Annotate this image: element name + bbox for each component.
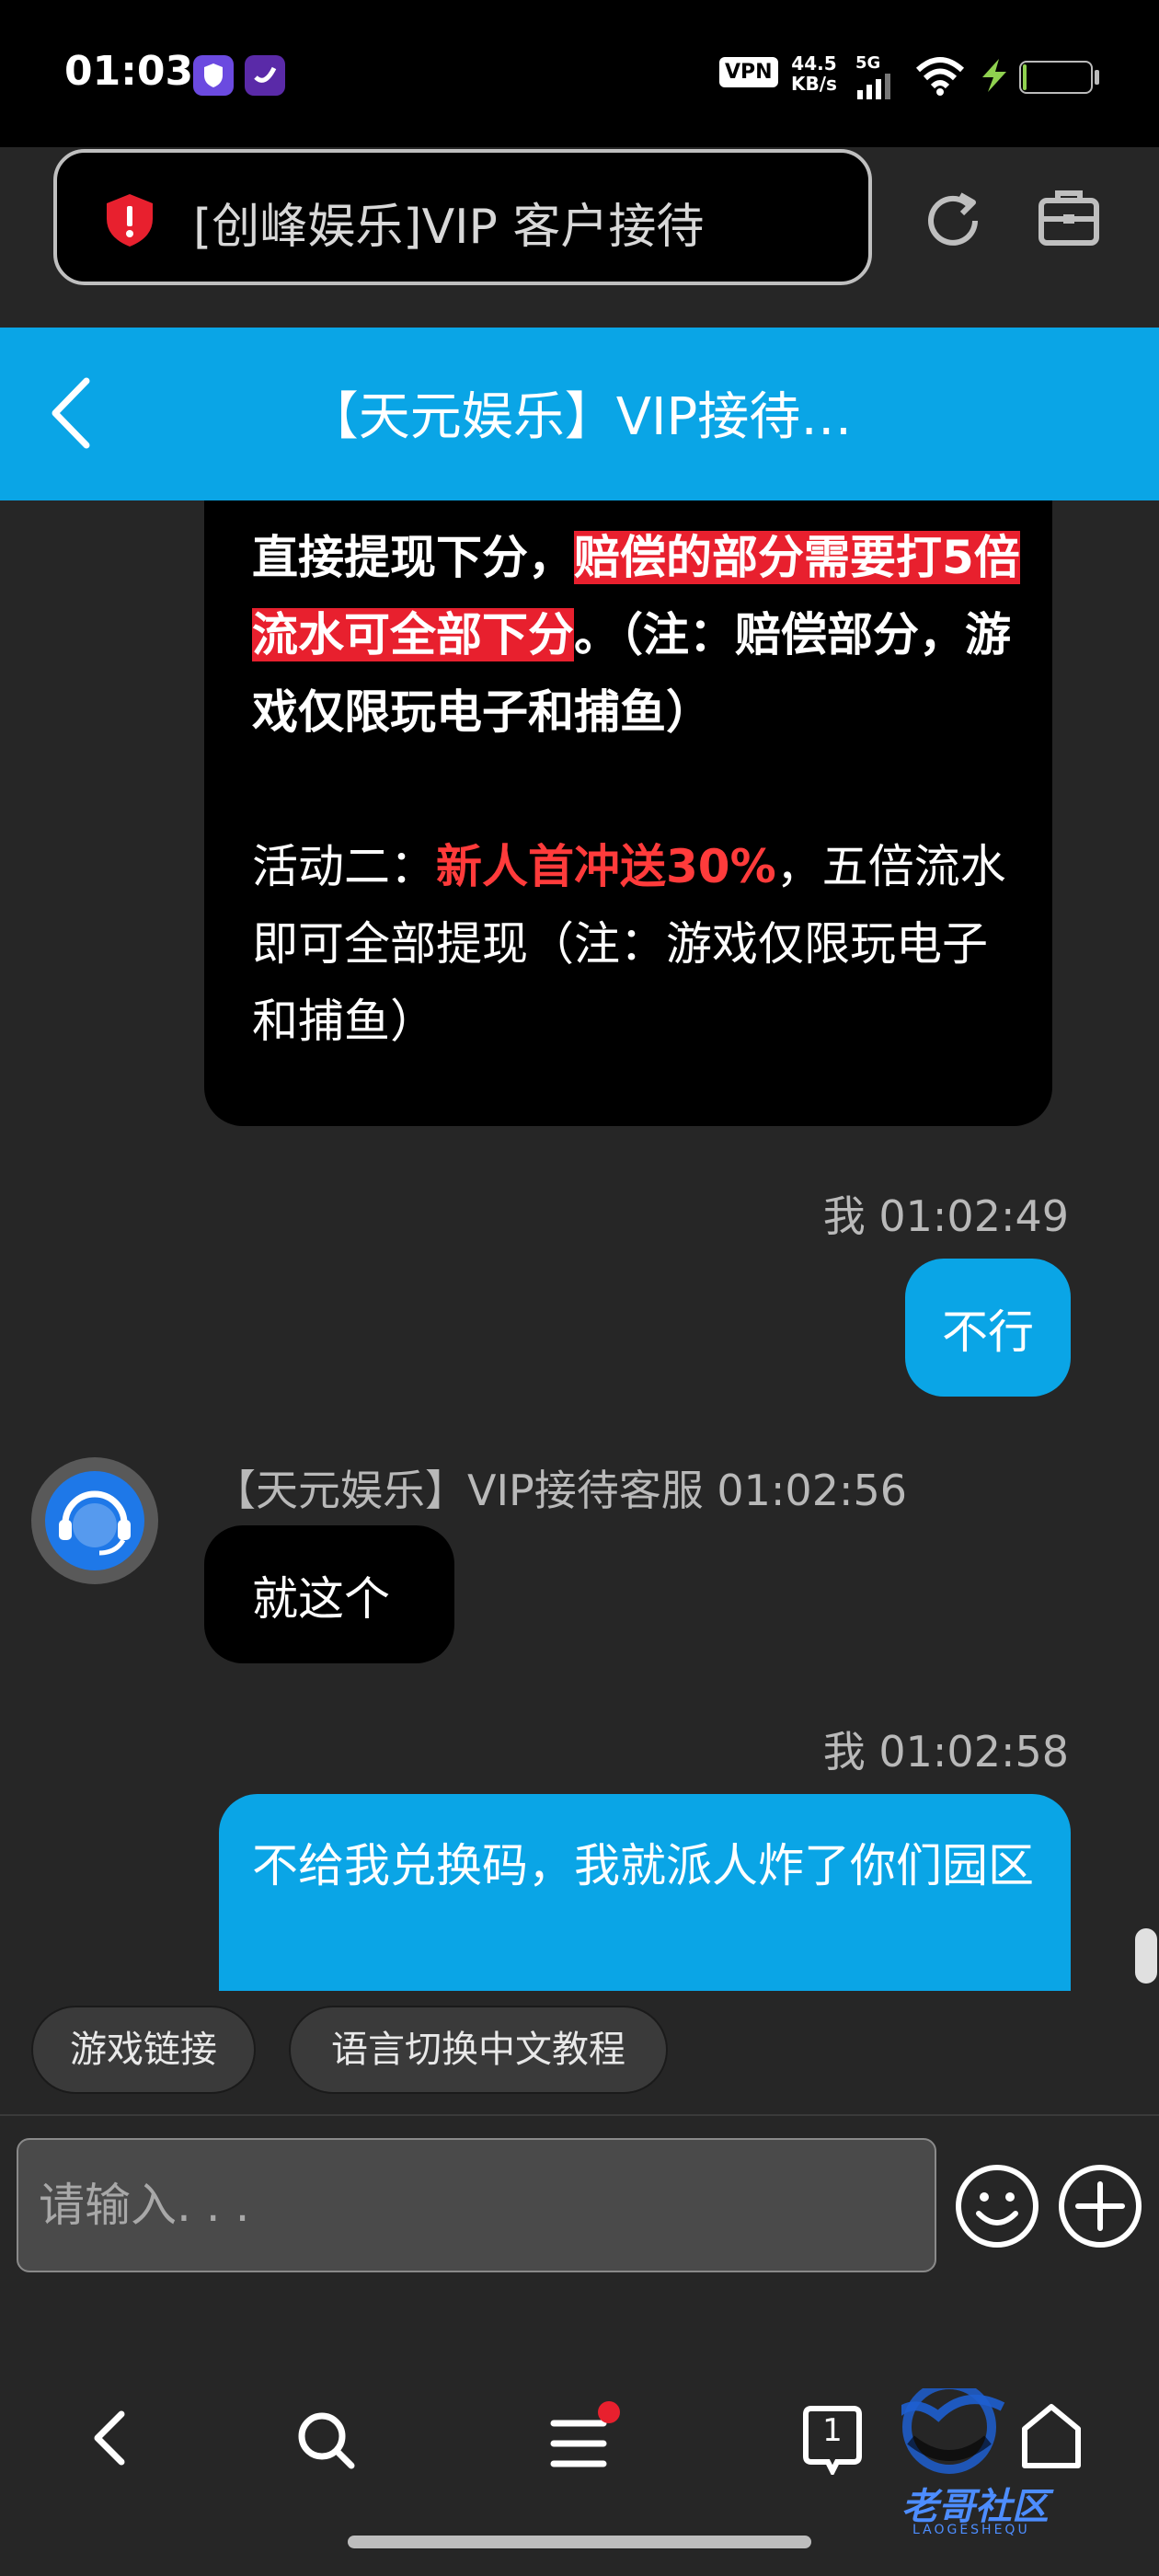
message-list[interactable]: 直接提现下分，赔偿的部分需要打5倍流水可全部下分。（注：赔偿部分，游戏仅限玩电子… <box>0 500 1159 1991</box>
gesture-bar[interactable] <box>348 2536 811 2548</box>
quick-reply-language-tutorial[interactable]: 语言切换中文教程 <box>289 2006 668 2094</box>
user-message-text: 不给我兑换码，我就派人炸了你们园区 <box>252 1839 1034 1892</box>
message-meta: 我 01:02:58 <box>822 1727 1069 1777</box>
headset-agent-icon <box>45 1471 144 1570</box>
charging-bolt-icon <box>982 59 1006 92</box>
emoji-icon[interactable] <box>953 2162 1041 2250</box>
battery-indicator: 11 <box>1019 61 1093 94</box>
refresh-icon[interactable] <box>916 184 990 258</box>
vpn-badge: VPN <box>719 57 778 87</box>
watermark-subtext: LAOGESHEQU <box>912 2523 1030 2537</box>
message-meta: 我 01:02:49 <box>822 1191 1069 1241</box>
battery-cap <box>1095 70 1099 85</box>
quick-reply-game-link[interactable]: 游戏链接 <box>31 2006 256 2094</box>
page-title[interactable]: [创峰娱乐]VIP 客户接待 <box>193 188 704 257</box>
shield-alert-icon[interactable] <box>101 191 158 248</box>
agent-name-meta: 【天元娱乐】VIP接待客服 01:02:56 <box>213 1466 907 1515</box>
network-speed-value: 44.5 <box>791 52 837 75</box>
battery-level-text: 11 <box>1041 65 1071 88</box>
app-notification-icon <box>245 55 285 96</box>
user-message-text: 不行 <box>942 1305 1034 1359</box>
back-arrow-icon[interactable] <box>42 372 98 454</box>
tab-count: 1 <box>822 2412 843 2449</box>
chat-title: 【天元娱乐】VIP接待… <box>306 387 853 447</box>
watermark-logo: 老哥社区 LAOGESHEQU <box>860 2380 1159 2563</box>
cellular-signal-icon <box>857 74 890 99</box>
back-icon[interactable] <box>85 2409 136 2467</box>
highlighted-text: 新人首冲送30% <box>436 840 776 893</box>
user-message-bubble: 不行 <box>905 1259 1071 1397</box>
scrollbar-thumb[interactable] <box>1135 1928 1157 1984</box>
agent-message-bubble: 就这个 <box>204 1525 454 1663</box>
search-icon[interactable] <box>294 2409 359 2473</box>
agent-message-text: 直接提现下分，赔偿的部分需要打5倍流水可全部下分。（注：赔偿部分，游戏仅限玩电子… <box>252 519 1027 1060</box>
message-text-segment: 活动二： <box>252 840 436 893</box>
notification-dot <box>598 2401 620 2423</box>
status-time: 01:03 <box>64 48 194 95</box>
wifi-icon <box>915 57 965 96</box>
network-speed-unit: KB/s <box>791 73 837 95</box>
briefcase-icon[interactable] <box>1034 184 1104 254</box>
network-speed: 44.5 KB/s <box>791 53 837 94</box>
signal-type-label: 5G <box>855 53 881 73</box>
tabs-button[interactable]: 1 <box>800 2405 865 2478</box>
divider <box>0 2114 1159 2116</box>
agent-message-text: 就这个 <box>252 1572 390 1626</box>
app-shield-icon <box>193 55 234 96</box>
add-icon[interactable] <box>1056 2162 1144 2250</box>
message-text-segment: 直接提现下分， <box>252 531 574 584</box>
agent-message-bubble: 直接提现下分，赔偿的部分需要打5倍流水可全部下分。（注：赔偿部分，游戏仅限玩电子… <box>204 500 1052 1126</box>
agent-avatar <box>31 1457 158 1584</box>
user-message-bubble: 不给我兑换码，我就派人炸了你们园区 <box>219 1794 1071 1991</box>
menu-icon[interactable] <box>546 2398 629 2475</box>
message-input[interactable] <box>17 2138 936 2272</box>
